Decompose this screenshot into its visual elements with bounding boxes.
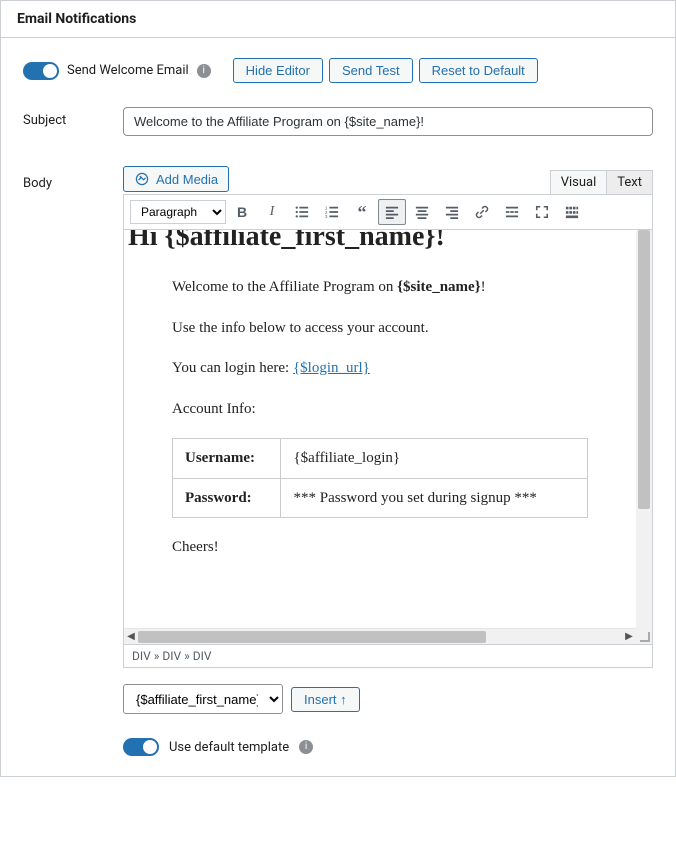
tab-visual[interactable]: Visual [550, 170, 608, 194]
editor-body-text[interactable]: Hi {$affiliate_first_name}! Welcome to t… [124, 230, 636, 644]
email-p5: Cheers! [172, 536, 588, 559]
editor-resize-handle[interactable] [636, 628, 652, 644]
email-notifications-panel: Email Notifications Send Welcome Email i… [0, 0, 676, 777]
blockquote-button[interactable]: “ [348, 199, 376, 225]
password-label-cell: Password: [173, 478, 281, 518]
hide-editor-button[interactable]: Hide Editor [233, 58, 323, 83]
login-url-link[interactable]: {$login_url} [293, 360, 370, 376]
media-icon [134, 171, 150, 187]
read-more-button[interactable] [498, 199, 526, 225]
bold-button[interactable]: B [228, 199, 256, 225]
scroll-left-icon[interactable]: ◀ [124, 631, 138, 642]
table-row: Password: *** Password you set during si… [173, 478, 588, 518]
variable-insert-row: {$affiliate_first_name} Insert ↑ [123, 684, 653, 714]
scroll-right-icon[interactable]: ▶ [622, 631, 636, 642]
use-default-template-label: Use default template [169, 740, 289, 755]
editor-content[interactable]: Hi {$affiliate_first_name}! Welcome to t… [123, 230, 653, 645]
align-left-button[interactable] [378, 199, 406, 225]
editor-vertical-scrollbar[interactable] [636, 230, 652, 628]
send-welcome-email-label: Send Welcome Email [67, 63, 189, 78]
subject-input[interactable] [123, 107, 653, 136]
send-welcome-email-toggle[interactable] [23, 62, 59, 80]
use-default-template-row: Use default template i [123, 738, 653, 756]
body-editor-area: Add Media Visual Text Paragraph B I [123, 166, 653, 756]
password-value-cell: *** Password you set during signup *** [281, 478, 588, 518]
reset-to-default-button[interactable]: Reset to Default [419, 58, 538, 83]
body-label: Body [23, 166, 123, 191]
info-icon[interactable]: i [299, 740, 313, 754]
insert-variable-button[interactable]: Insert ↑ [291, 687, 360, 712]
toolbar-toggle-button[interactable] [558, 199, 586, 225]
align-center-button[interactable] [408, 199, 436, 225]
send-test-button[interactable]: Send Test [329, 58, 413, 83]
editor-action-buttons: Hide Editor Send Test Reset to Default [233, 58, 538, 83]
editor-toolbar: Paragraph B I 123 “ [123, 194, 653, 230]
body-row: Body Add Media Visual Text [23, 166, 653, 756]
svg-text:3: 3 [325, 214, 328, 219]
align-right-button[interactable] [438, 199, 466, 225]
info-icon[interactable]: i [197, 64, 211, 78]
format-select[interactable]: Paragraph [130, 200, 226, 224]
variable-select[interactable]: {$affiliate_first_name} [123, 684, 283, 714]
welcome-email-row: Send Welcome Email i Hide Editor Send Te… [23, 58, 653, 83]
subject-row: Subject [23, 107, 653, 136]
add-media-button[interactable]: Add Media [123, 166, 229, 192]
email-p2: Use the info below to access your accoun… [172, 317, 588, 340]
link-button[interactable] [468, 199, 496, 225]
bullet-list-button[interactable] [288, 199, 316, 225]
tab-text[interactable]: Text [606, 170, 653, 194]
email-p1: Welcome to the Affiliate Program on {$si… [172, 276, 588, 299]
username-value-cell: {$affiliate_login} [281, 439, 588, 479]
subject-label: Subject [23, 107, 123, 128]
table-row: Username: {$affiliate_login} [173, 439, 588, 479]
editor-status-bar: DIV » DIV » DIV [123, 645, 653, 668]
email-p4: Account Info: [172, 398, 588, 421]
fullscreen-button[interactable] [528, 199, 556, 225]
username-label-cell: Username: [173, 439, 281, 479]
panel-title: Email Notifications [1, 1, 675, 38]
use-default-template-toggle[interactable] [123, 738, 159, 756]
panel-body: Send Welcome Email i Hide Editor Send Te… [1, 38, 675, 776]
numbered-list-button[interactable]: 123 [318, 199, 346, 225]
email-p3: You can login here: {$login_url} [172, 357, 588, 380]
account-info-table: Username: {$affiliate_login} Password: *… [172, 438, 588, 518]
editor-horizontal-scrollbar[interactable]: ◀ ▶ [124, 628, 636, 644]
italic-button[interactable]: I [258, 199, 286, 225]
add-media-label: Add Media [156, 172, 218, 187]
email-heading: Hi {$affiliate_first_name}! [128, 230, 588, 258]
